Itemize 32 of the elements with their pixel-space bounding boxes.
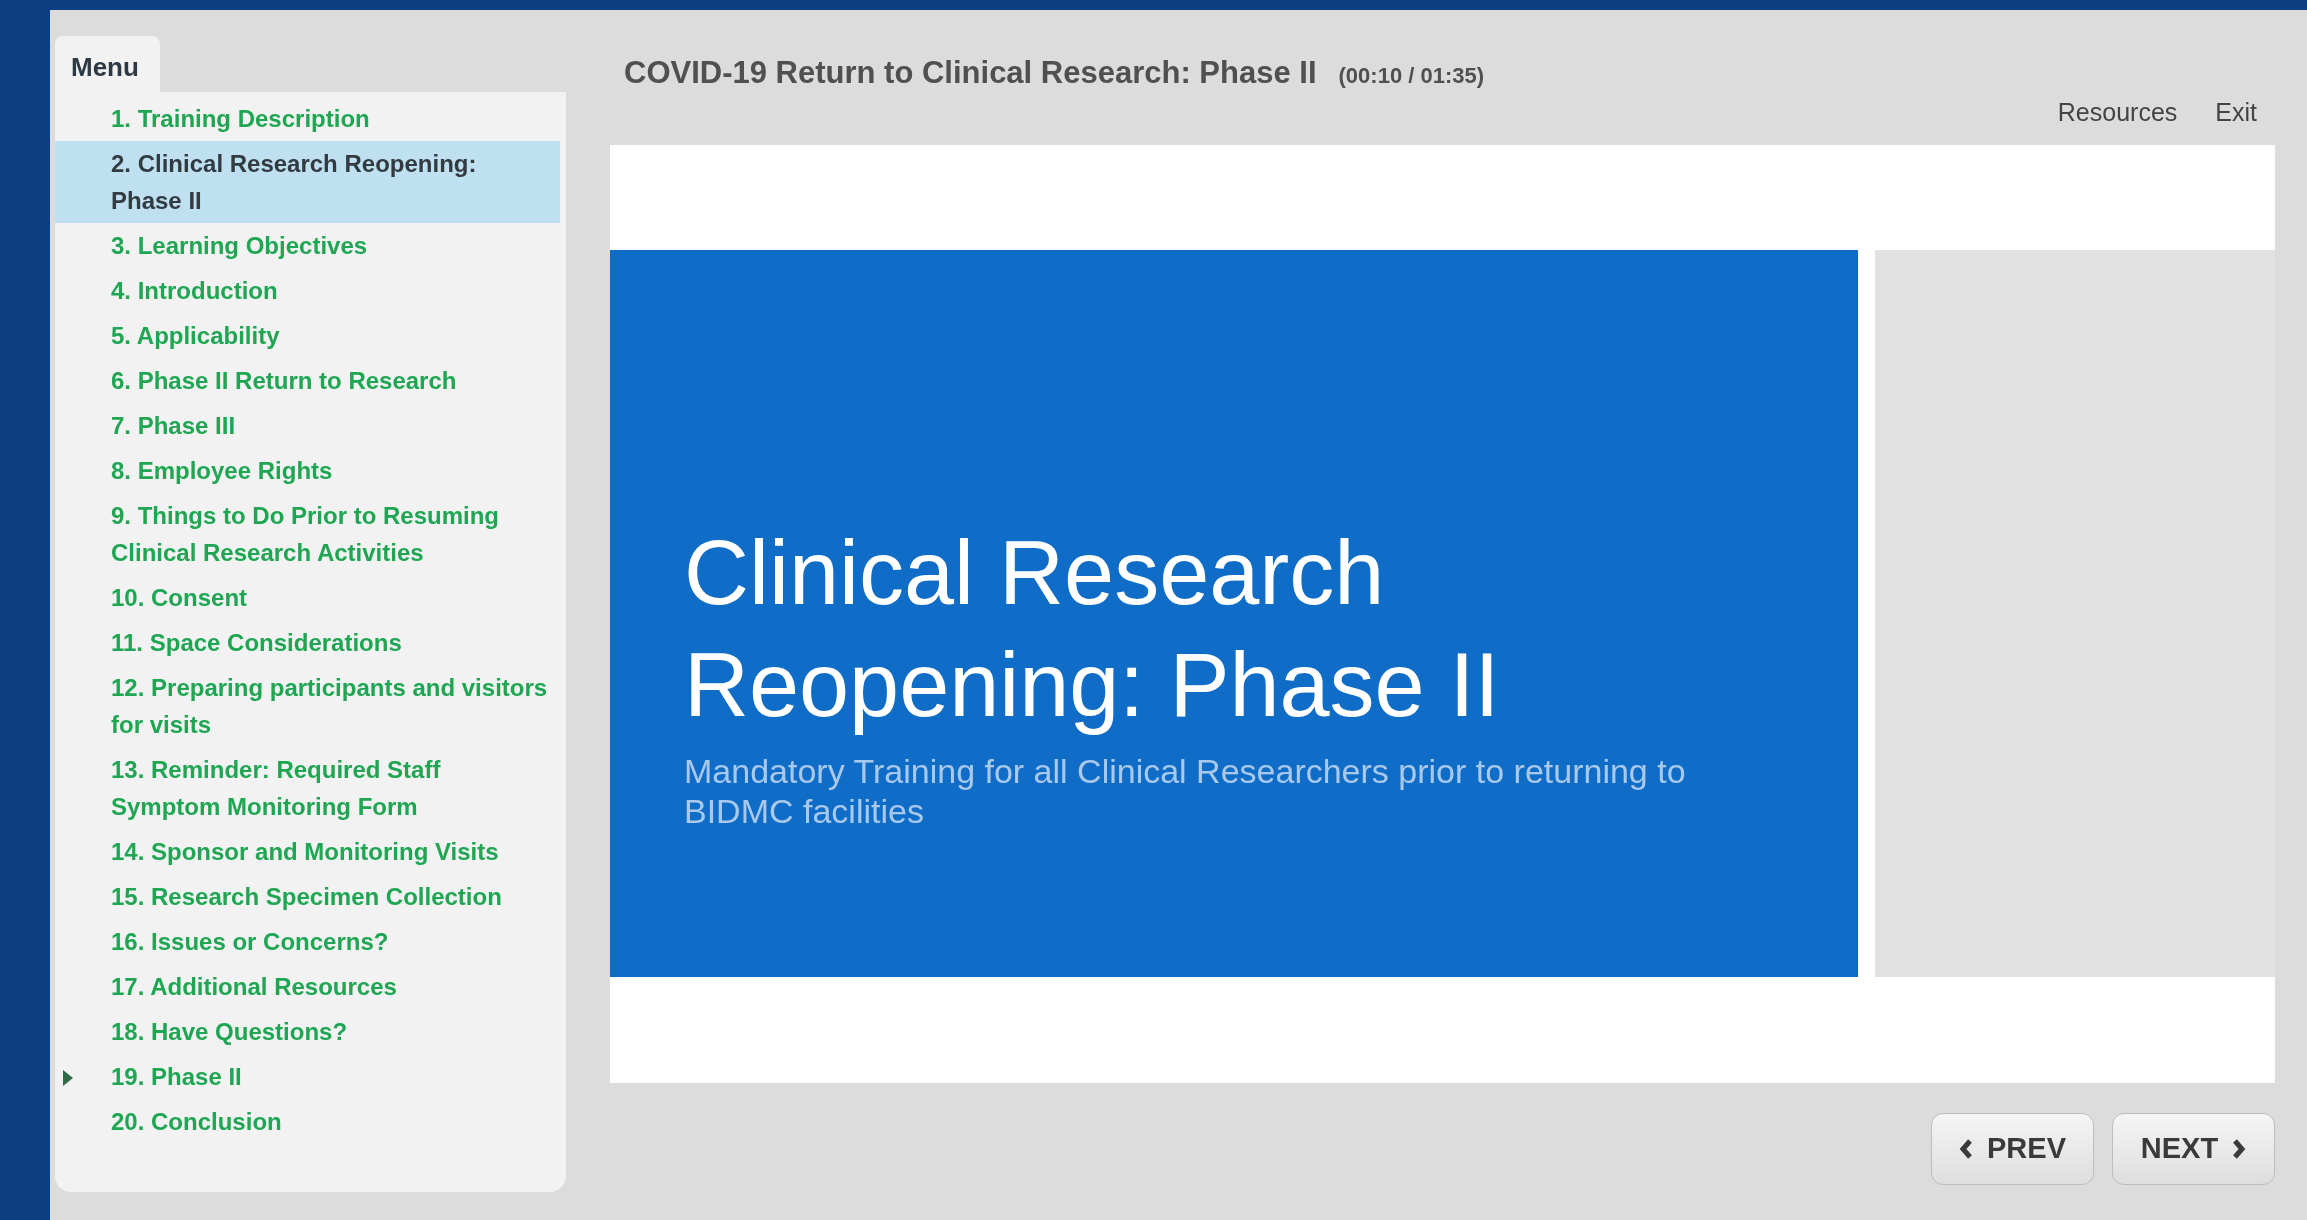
prev-button[interactable]: PREV	[1931, 1113, 2094, 1185]
menu-item[interactable]: 3. Learning Objectives	[55, 223, 560, 268]
menu-item[interactable]: 19. Phase II	[55, 1054, 560, 1099]
menu-item[interactable]: 1. Training Description	[55, 96, 560, 141]
menu-item[interactable]: 5. Applicability	[55, 313, 560, 358]
course-title: COVID-19 Return to Clinical Research: Phase II	[624, 54, 1317, 92]
menu-item[interactable]: 14. Sponsor and Monitoring Visits	[55, 829, 560, 874]
menu-item[interactable]: 15. Research Specimen Collection	[55, 874, 560, 919]
menu-item[interactable]: 6. Phase II Return to Research	[55, 358, 560, 403]
elapsed-time: (00:10 / 01:35)	[1338, 62, 1485, 90]
menu-item[interactable]: 13. Reminder: Required Staff Symptom Monitoring Form	[55, 747, 560, 829]
menu-item[interactable]: 7. Phase III	[55, 403, 560, 448]
menu-item[interactable]: 10. Consent	[55, 575, 560, 620]
next-button[interactable]: NEXT	[2112, 1113, 2275, 1185]
menu-item[interactable]: 17. Additional Resources	[55, 964, 560, 1009]
header-link[interactable]: Resources	[2057, 94, 2178, 132]
menu-item[interactable]: 2. Clinical Research Reopening: Phase II	[55, 141, 560, 223]
header-link[interactable]: Exit	[2215, 94, 2257, 132]
slide-title: Clinical Research Reopening: Phase II	[684, 521, 1501, 737]
chevron-left-icon	[1959, 1139, 1973, 1159]
menu-tab[interactable]: Menu	[55, 36, 160, 92]
menu-item[interactable]: 20. Conclusion	[55, 1099, 560, 1144]
menu-item[interactable]: 8. Employee Rights	[55, 448, 560, 493]
menu-item[interactable]: 11. Space Considerations	[55, 620, 560, 665]
menu-item[interactable]: 12. Preparing participants and visitors for visits	[55, 665, 560, 747]
expand-triangle-icon[interactable]	[63, 1070, 73, 1086]
menu-item[interactable]: 18. Have Questions?	[55, 1009, 560, 1054]
menu-item[interactable]: 9. Things to Do Prior to Resuming Clinical Research Activities	[55, 493, 560, 575]
menu-item[interactable]: 4. Introduction	[55, 268, 560, 313]
chevron-right-icon	[2232, 1139, 2247, 1159]
slide-subtitle: Mandatory Training for all Clinical Researchers prior to returning to BIDMC facilities	[684, 750, 1687, 831]
menu-item[interactable]: 16. Issues or Concerns?	[55, 919, 560, 964]
